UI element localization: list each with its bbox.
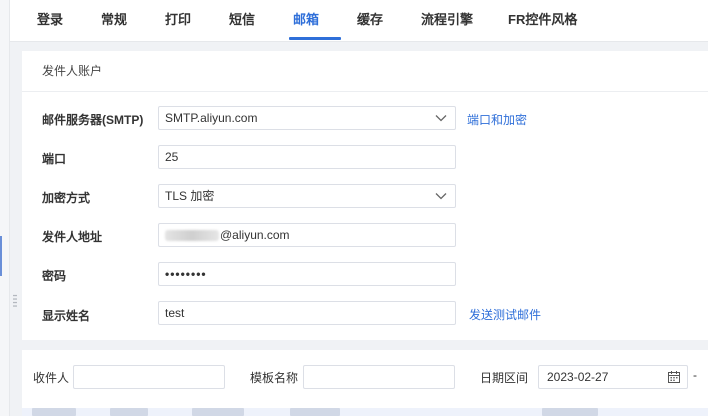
date-start-value: 2023-02-27 xyxy=(547,370,609,384)
template-name-input[interactable] xyxy=(303,365,455,389)
settings-tab-bar: 登录 常规 打印 短信 邮箱 缓存 流程引擎 FR控件风格 xyxy=(10,0,708,42)
cut-off-header-text xyxy=(542,408,598,416)
tab-email[interactable]: 邮箱 xyxy=(293,0,319,40)
cut-off-header-text xyxy=(110,408,148,416)
smtp-server-value: SMTP.aliyun.com xyxy=(165,111,258,125)
password-label: 密码 xyxy=(42,269,67,283)
panel-divider xyxy=(22,91,708,92)
cut-off-header-text xyxy=(192,408,244,416)
tab-cache[interactable]: 缓存 xyxy=(357,0,383,40)
active-tab-indicator xyxy=(289,37,341,40)
display-name-field[interactable] xyxy=(165,302,425,324)
chevron-down-icon xyxy=(435,193,447,200)
smtp-label: 邮件服务器(SMTP) xyxy=(42,113,144,127)
drag-handle-icon[interactable] xyxy=(13,294,17,308)
sender-address-value: @aliyun.com xyxy=(220,228,290,242)
encryption-select[interactable]: TLS 加密 xyxy=(158,184,456,208)
encryption-value: TLS 加密 xyxy=(165,189,215,203)
left-edge-marker xyxy=(0,236,2,276)
port-encryption-link[interactable]: 端口和加密 xyxy=(467,111,527,128)
template-name-label: 模板名称 xyxy=(250,371,299,385)
tab-print[interactable]: 打印 xyxy=(165,0,191,40)
recipient-label: 收件人 xyxy=(33,371,70,385)
sender-account-panel: 发件人账户 邮件服务器(SMTP) SMTP.aliyun.com 端口和加密 … xyxy=(22,51,708,340)
sender-address-input[interactable]: @aliyun.com xyxy=(158,223,456,247)
password-value: •••••••• xyxy=(165,267,207,281)
table-header-row-partial xyxy=(22,408,708,416)
smtp-server-select[interactable]: SMTP.aliyun.com xyxy=(158,106,456,130)
display-name-label: 显示姓名 xyxy=(42,309,91,323)
cut-off-header-text xyxy=(32,408,76,416)
display-name-input[interactable] xyxy=(158,301,456,325)
redacted-email-prefix xyxy=(165,230,219,242)
cut-off-header-text xyxy=(290,408,340,416)
tab-sms[interactable]: 短信 xyxy=(229,0,255,40)
port-label: 端口 xyxy=(42,152,67,166)
date-range-separator: - xyxy=(693,368,697,382)
email-log-filter-bar: 收件人 模板名称 日期区间 2023-02-27 - xyxy=(22,350,708,416)
panel-title: 发件人账户 xyxy=(42,64,103,78)
recipient-field[interactable] xyxy=(82,366,224,388)
password-input[interactable]: •••••••• xyxy=(158,262,456,286)
tab-login[interactable]: 登录 xyxy=(37,0,63,40)
calendar-icon[interactable] xyxy=(667,370,681,384)
chevron-down-icon xyxy=(435,115,447,122)
tab-general[interactable]: 常规 xyxy=(101,0,127,40)
left-edge-strip xyxy=(0,0,10,416)
tab-fr-widget-style[interactable]: FR控件风格 xyxy=(508,0,577,40)
sender-address-label: 发件人地址 xyxy=(42,230,103,244)
send-test-email-link[interactable]: 发送测试邮件 xyxy=(469,306,541,323)
tab-workflow-engine[interactable]: 流程引擎 xyxy=(421,0,473,40)
template-name-field[interactable] xyxy=(312,366,454,388)
date-start-input[interactable]: 2023-02-27 xyxy=(538,365,688,389)
port-field[interactable] xyxy=(165,146,425,168)
date-range-label: 日期区间 xyxy=(480,371,529,385)
encryption-label: 加密方式 xyxy=(42,191,91,205)
port-input[interactable] xyxy=(158,145,456,169)
recipient-input[interactable] xyxy=(73,365,225,389)
